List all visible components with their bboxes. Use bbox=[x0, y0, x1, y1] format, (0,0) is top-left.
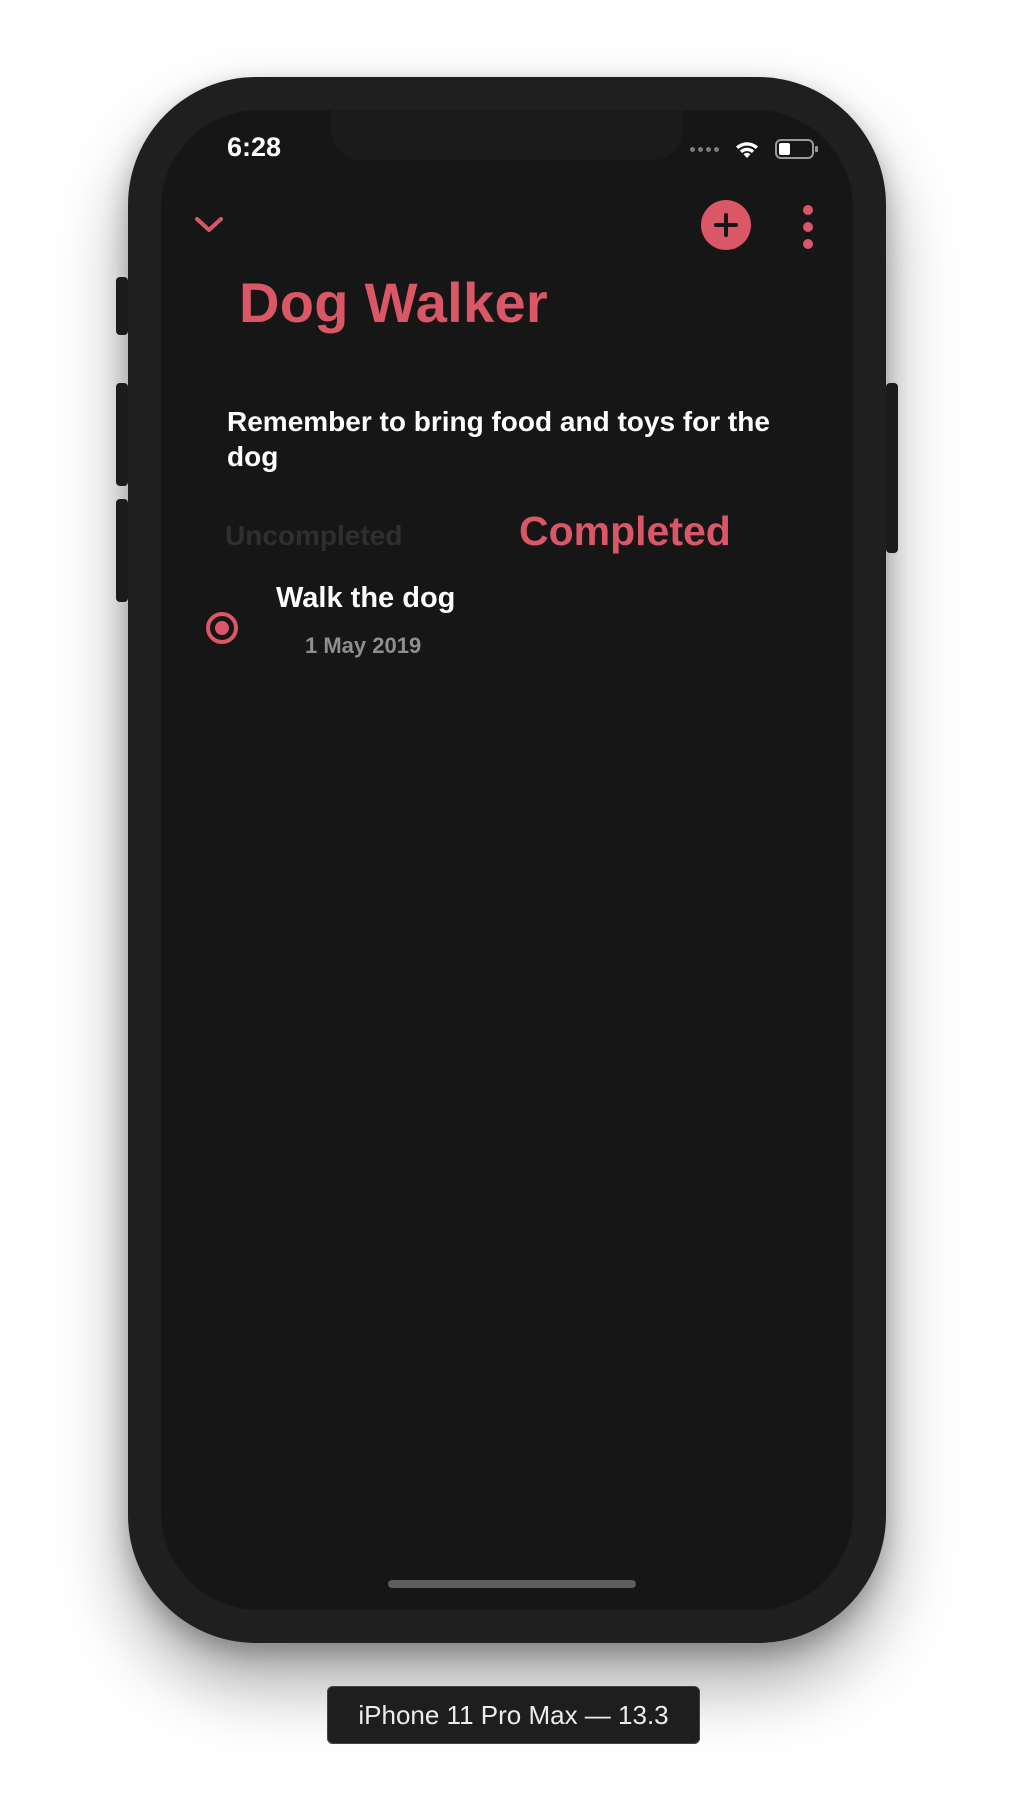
radio-checked-icon bbox=[215, 621, 229, 635]
volume-down-button bbox=[116, 499, 128, 602]
device-frame: 6:28 Dog Walker Remember to bring food a… bbox=[116, 77, 898, 1643]
wifi-icon bbox=[736, 142, 758, 158]
power-button bbox=[886, 383, 898, 553]
more-options-button[interactable] bbox=[796, 205, 820, 249]
mute-switch bbox=[116, 277, 128, 335]
status-icons bbox=[690, 138, 819, 160]
task-title: Walk the dog bbox=[276, 582, 456, 614]
chevron-down-icon bbox=[195, 217, 223, 232]
device-label: iPhone 11 Pro Max — 13.3 bbox=[327, 1686, 700, 1744]
cellular-signal-icon bbox=[690, 146, 719, 152]
tab-uncompleted[interactable]: Uncompleted bbox=[225, 520, 402, 552]
task-date: 1 May 2019 bbox=[305, 633, 422, 658]
home-indicator bbox=[388, 1580, 636, 1588]
tab-completed[interactable]: Completed bbox=[519, 508, 731, 555]
add-task-button[interactable] bbox=[701, 200, 751, 250]
notch bbox=[331, 110, 683, 160]
plus-icon bbox=[714, 213, 738, 237]
status-time: 6:28 bbox=[227, 132, 282, 162]
task-complete-toggle[interactable] bbox=[206, 612, 238, 644]
list-description: Remember to bring food and toys for the … bbox=[227, 406, 770, 472]
page-title: Dog Walker bbox=[239, 271, 548, 334]
battery-icon bbox=[775, 139, 818, 159]
collapse-button[interactable] bbox=[189, 205, 229, 245]
volume-up-button bbox=[116, 383, 128, 486]
task-filter-tabs: Uncompleted Completed bbox=[225, 508, 825, 568]
list-item[interactable]: Walk the dog 1 May 2019 bbox=[201, 582, 801, 672]
screen: 6:28 Dog Walker Remember to bring food a… bbox=[161, 110, 853, 1610]
vertical-ellipsis-icon bbox=[803, 205, 813, 215]
